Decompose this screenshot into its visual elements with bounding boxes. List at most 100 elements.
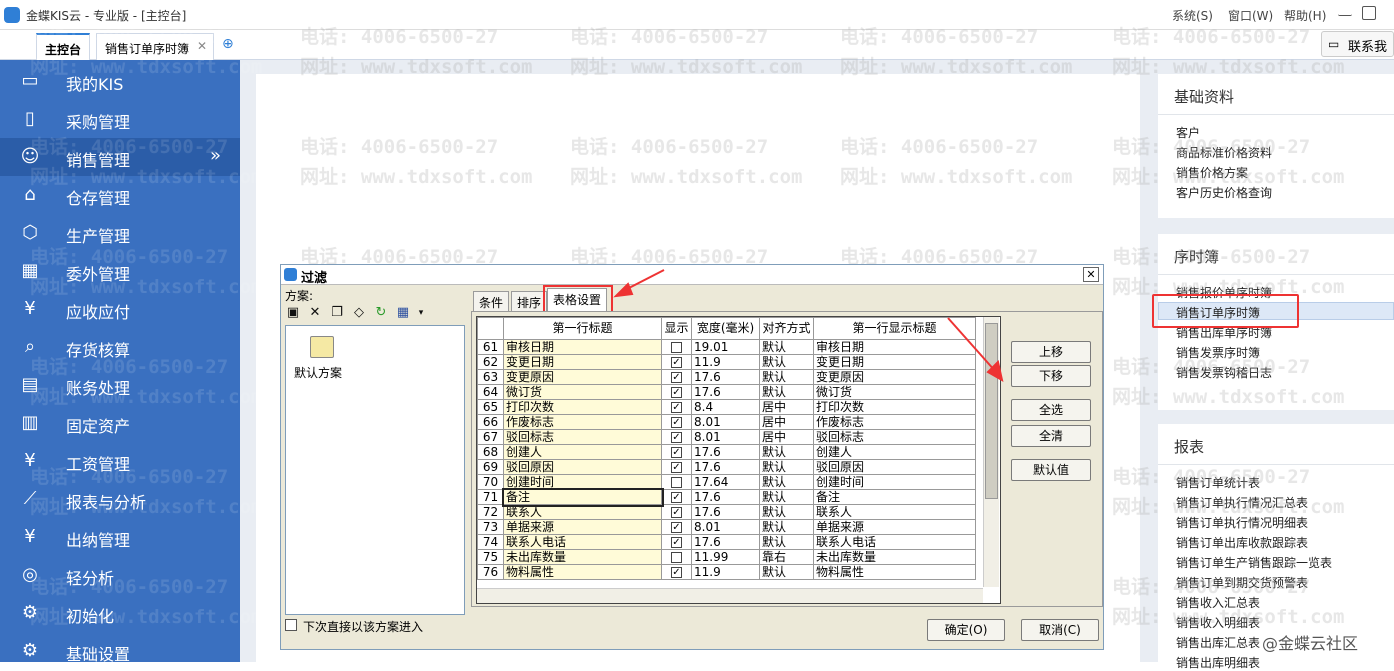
table-cell[interactable]: 单据来源 xyxy=(813,519,976,535)
show-cell[interactable]: ✓ xyxy=(661,444,692,460)
copy-icon[interactable]: ❐ xyxy=(329,305,345,321)
horizontal-scrollbar[interactable] xyxy=(477,588,983,603)
show-cell[interactable]: ✓ xyxy=(661,564,692,580)
table-cell[interactable]: 8.01 xyxy=(691,519,760,535)
default-scheme-label[interactable]: 默认方案 xyxy=(294,364,342,381)
show-checkbox[interactable]: ✓ xyxy=(671,536,682,548)
table-row[interactable]: 66 作废标志 ✓ 8.01 居中 作废标志 xyxy=(477,414,976,430)
link-report[interactable]: 销售收入汇总表 xyxy=(1176,594,1260,611)
table-row[interactable]: 67 驳回标志 ✓ 8.01 居中 驳回标志 xyxy=(477,429,976,445)
show-checkbox[interactable]: ✓ xyxy=(671,386,682,398)
show-cell[interactable]: ✓ xyxy=(661,399,692,415)
show-checkbox[interactable]: ✓ xyxy=(671,521,682,533)
sidebar-item-accounting[interactable]: ▤ 账务处理 xyxy=(0,366,240,404)
table-cell[interactable]: 创建时间 xyxy=(813,474,976,490)
table-cell[interactable]: 11.99 xyxy=(691,549,760,565)
header-cell[interactable]: 显示 xyxy=(661,317,692,340)
show-checkbox[interactable]: ✓ xyxy=(671,356,682,368)
link-report[interactable]: 销售订单生产销售跟踪一览表 xyxy=(1176,554,1332,571)
header-cell[interactable]: 第一行显示标题 xyxy=(813,317,976,340)
table-cell[interactable]: 70 xyxy=(477,474,504,490)
table-cell[interactable]: 11.9 xyxy=(691,354,760,370)
table-cell[interactable]: 居中 xyxy=(759,429,814,445)
show-checkbox[interactable]: ✓ xyxy=(671,431,682,443)
table-cell[interactable]: 作废标志 xyxy=(813,414,976,430)
sidebar-item-receivable[interactable]: ¥ 应收应付 xyxy=(0,290,240,328)
table-row[interactable]: 76 物料属性 ✓ 11.9 默认 物料属性 xyxy=(477,564,976,580)
show-cell[interactable]: ✓ xyxy=(661,489,692,505)
move-up-button[interactable]: 上移 xyxy=(1011,341,1091,363)
sidebar-item-inventory[interactable]: ⌂ 仓存管理 xyxy=(0,176,240,214)
table-cell[interactable]: 居中 xyxy=(759,414,814,430)
table-row[interactable]: 75 未出库数量 11.99 靠右 未出库数量 xyxy=(477,549,976,565)
show-cell[interactable]: ✓ xyxy=(661,384,692,400)
link-standard-price[interactable]: 商品标准价格资料 xyxy=(1176,144,1272,161)
link-price-history[interactable]: 客户历史价格查询 xyxy=(1176,184,1272,201)
show-checkbox[interactable]: ✓ xyxy=(671,401,682,413)
close-icon[interactable]: ✕ xyxy=(197,39,207,53)
table-cell[interactable]: 8.4 xyxy=(691,399,760,415)
table-cell[interactable]: 17.6 xyxy=(691,489,760,505)
table-cell[interactable]: 创建人 xyxy=(813,444,976,460)
table-row[interactable]: 72 联系人 ✓ 17.6 默认 联系人 xyxy=(477,504,976,520)
table-cell[interactable]: 审核日期 xyxy=(813,339,976,355)
show-cell[interactable]: ✓ xyxy=(661,369,692,385)
link-report[interactable]: 销售订单执行情况汇总表 xyxy=(1176,494,1308,511)
table-cell[interactable]: 微订货 xyxy=(813,384,976,400)
sidebar-item-cashier[interactable]: ¥ 出纳管理 xyxy=(0,518,240,556)
menu-window[interactable]: 窗口(W) xyxy=(1228,7,1273,24)
add-tab-icon[interactable]: ⊕ xyxy=(222,36,234,52)
link-report[interactable]: 销售出库汇总表 xyxy=(1176,634,1260,651)
refresh-icon[interactable]: ↻ xyxy=(373,305,389,321)
table-cell[interactable]: 67 xyxy=(477,429,504,445)
link-report[interactable]: 销售出库明细表 xyxy=(1176,654,1260,671)
table-cell[interactable]: 76 xyxy=(477,564,504,580)
link-report[interactable]: 销售订单统计表 xyxy=(1176,474,1260,491)
table-cell[interactable]: 17.64 xyxy=(691,474,760,490)
show-cell[interactable]: ✓ xyxy=(661,459,692,475)
table-cell[interactable]: 8.01 xyxy=(691,414,760,430)
table-cell[interactable]: 默认 xyxy=(759,504,814,520)
show-cell[interactable] xyxy=(661,549,692,565)
table-cell[interactable]: 物料属性 xyxy=(813,564,976,580)
table-cell[interactable]: 默认 xyxy=(759,339,814,355)
scroll-thumb[interactable] xyxy=(985,323,998,499)
link-customer[interactable]: 客户 xyxy=(1176,124,1200,141)
table-cell[interactable]: 61 xyxy=(477,339,504,355)
table-cell[interactable]: 变更日期 xyxy=(813,354,976,370)
table-cell[interactable]: 联系人 xyxy=(813,504,976,520)
table-cell[interactable]: 默认 xyxy=(759,384,814,400)
show-cell[interactable]: ✓ xyxy=(661,414,692,430)
delete-icon[interactable]: ✕ xyxy=(307,305,323,321)
table-row[interactable]: 68 创建人 ✓ 17.6 默认 创建人 xyxy=(477,444,976,460)
table-cell[interactable]: 居中 xyxy=(759,399,814,415)
table-cell[interactable]: 单据来源 xyxy=(503,519,662,535)
table-cell[interactable]: 74 xyxy=(477,534,504,550)
cancel-button[interactable]: 取消(C) xyxy=(1021,619,1099,641)
link-invoice-log[interactable]: 销售发票钩稽日志 xyxy=(1176,364,1272,381)
sidebar-item-initialize[interactable]: ⚙ 初始化 xyxy=(0,594,240,632)
table-cell[interactable]: 审核日期 xyxy=(503,339,662,355)
table-row[interactable]: 63 变更原因 ✓ 17.6 默认 变更原因 xyxy=(477,369,976,385)
table-cell[interactable]: 64 xyxy=(477,384,504,400)
table-cell[interactable]: 19.01 xyxy=(691,339,760,355)
show-checkbox[interactable]: ✓ xyxy=(671,566,682,578)
table-cell[interactable]: 62 xyxy=(477,354,504,370)
table-cell[interactable]: 靠右 xyxy=(759,549,814,565)
table-cell[interactable]: 创建人 xyxy=(503,444,662,460)
sidebar-item-stock-costing[interactable]: ⌕ 存货核算 xyxy=(0,328,240,366)
table-cell[interactable]: 打印次数 xyxy=(813,399,976,415)
table-cell[interactable]: 17.6 xyxy=(691,534,760,550)
table-row[interactable]: 69 驳回原因 ✓ 17.6 默认 驳回原因 xyxy=(477,459,976,475)
table-cell[interactable]: 未出库数量 xyxy=(813,549,976,565)
table-cell[interactable]: 66 xyxy=(477,414,504,430)
show-checkbox[interactable] xyxy=(671,476,682,488)
sidebar-item-reports[interactable]: ⟋ 报表与分析 xyxy=(0,480,240,518)
table-cell[interactable]: 68 xyxy=(477,444,504,460)
sidebar-item-fixed-assets[interactable]: ▥ 固定资产 xyxy=(0,404,240,442)
show-checkbox[interactable]: ✓ xyxy=(671,446,682,458)
tab-condition[interactable]: 条件 xyxy=(473,291,510,311)
table-cell[interactable]: 63 xyxy=(477,369,504,385)
folder-icon[interactable] xyxy=(310,336,334,358)
table-row[interactable]: 74 联系人电话 ✓ 17.6 默认 联系人电话 xyxy=(477,534,976,550)
